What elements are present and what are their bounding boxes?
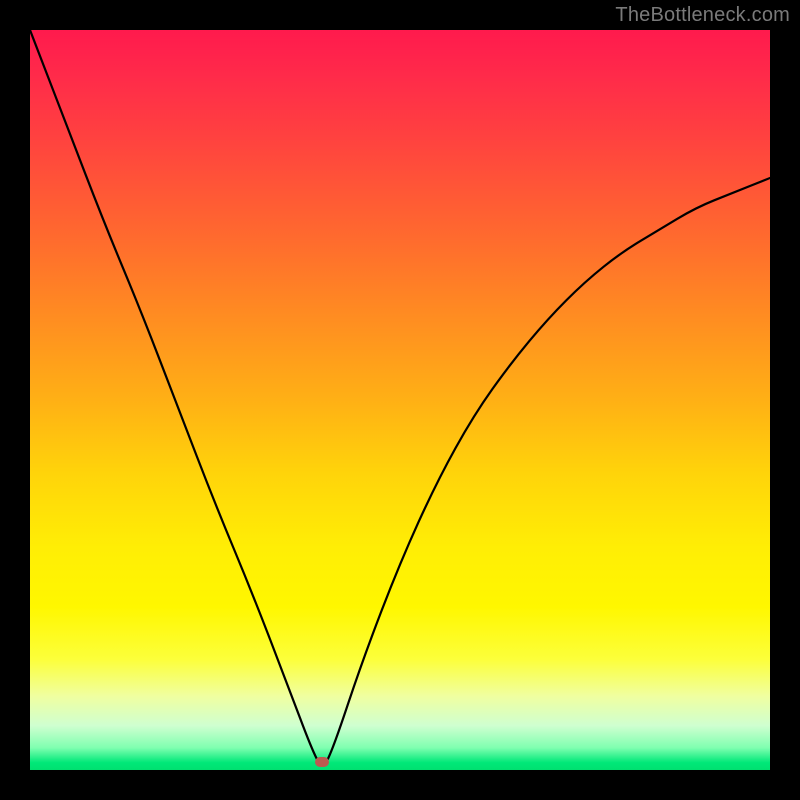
optimal-point-marker (315, 757, 329, 767)
chart-stage: TheBottleneck.com (0, 0, 800, 800)
plot-area (30, 30, 770, 770)
curve-path (30, 30, 770, 764)
bottleneck-curve (30, 30, 770, 770)
watermark-text: TheBottleneck.com (615, 4, 790, 27)
